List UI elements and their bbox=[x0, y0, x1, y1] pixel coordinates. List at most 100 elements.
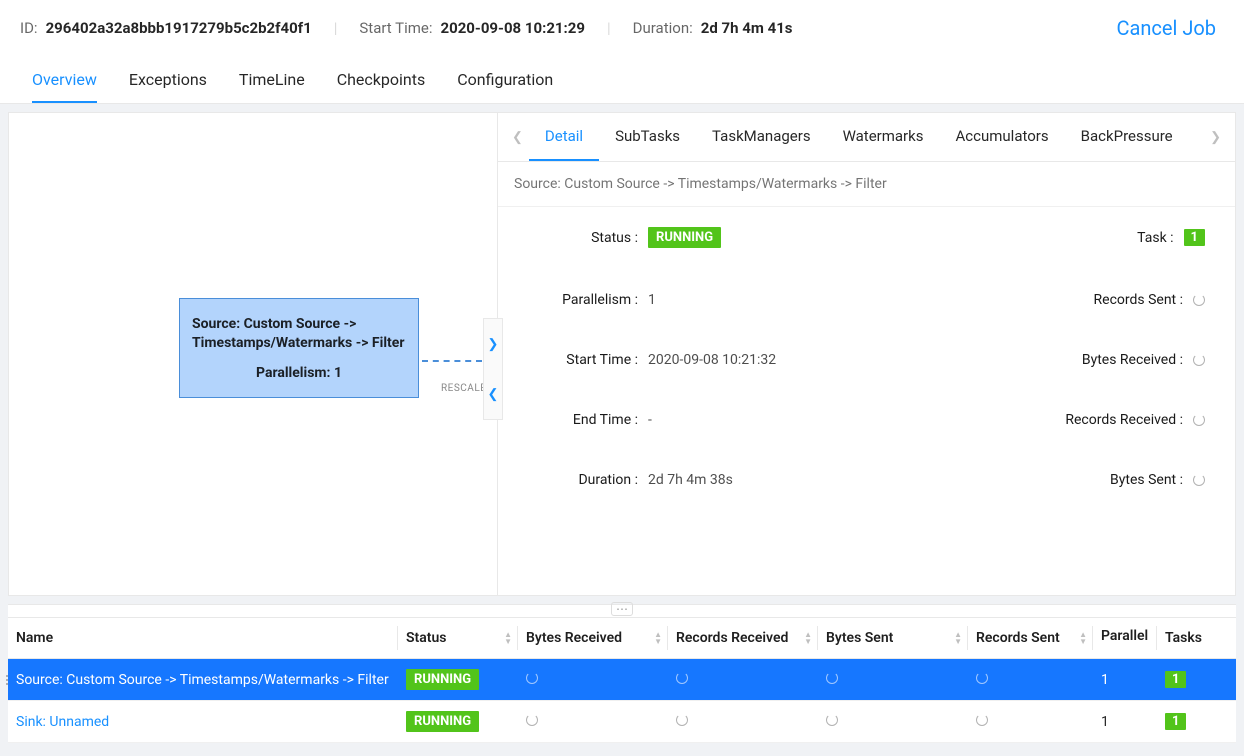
tabs-scroll-right[interactable]: ❯ bbox=[1204, 130, 1227, 145]
graph-node-title: Source: Custom Source -> Timestamps/Wate… bbox=[192, 315, 406, 353]
sort-icon: ▲▼ bbox=[954, 631, 962, 645]
duration-label: Duration : bbox=[528, 472, 638, 488]
loading-spinner-icon bbox=[526, 672, 538, 684]
row-drag-icon bbox=[6, 659, 12, 700]
content-area: Source: Custom Source -> Timestamps/Wate… bbox=[0, 104, 1244, 604]
detail-task: Task : 1 bbox=[882, 227, 1206, 248]
rescale-label: RESCALE bbox=[441, 383, 486, 394]
loading-spinner-icon bbox=[676, 672, 688, 684]
vertex-name-link[interactable]: Source: Custom Source -> Timestamps/Wate… bbox=[16, 672, 389, 688]
tab-exceptions[interactable]: Exceptions bbox=[129, 58, 207, 103]
tasks-badge: 1 bbox=[1165, 671, 1186, 688]
id-value: 296402a32a8bbb1917279b5c2b2f40f1 bbox=[46, 19, 312, 37]
col-tasks[interactable]: Tasks bbox=[1157, 618, 1236, 659]
status-badge: RUNNING bbox=[648, 227, 721, 248]
detail-end-time: End Time : - bbox=[528, 412, 852, 428]
cancel-job-link[interactable]: Cancel Job bbox=[1116, 16, 1224, 40]
loading-spinner-icon bbox=[1193, 294, 1205, 306]
status-label: Status : bbox=[528, 230, 638, 246]
detail-duration: Duration : 2d 7h 4m 38s bbox=[528, 472, 852, 488]
loading-spinner-icon bbox=[976, 672, 988, 684]
detail-bytes-received: Bytes Received : bbox=[882, 352, 1206, 368]
duration-label: Duration: bbox=[633, 19, 693, 37]
col-records-sent[interactable]: Records Sent▲▼ bbox=[968, 618, 1093, 659]
detail-grid: Status : RUNNING Task : 1 Parallelism : … bbox=[498, 207, 1235, 595]
records-sent-label: Records Sent : bbox=[1094, 292, 1183, 308]
status-badge: RUNNING bbox=[406, 669, 479, 690]
loading-spinner-icon bbox=[526, 714, 538, 726]
dtab-backpressure[interactable]: BackPressure bbox=[1065, 113, 1189, 161]
start-time-value: 2020-09-08 10:21:32 bbox=[648, 352, 776, 368]
col-bytes-sent[interactable]: Bytes Sent▲▼ bbox=[818, 618, 968, 659]
tasks-badge: 1 bbox=[1165, 713, 1186, 730]
dtab-accumulators[interactable]: Accumulators bbox=[940, 113, 1065, 161]
detail-records-received: Records Received : bbox=[882, 412, 1206, 428]
detail-parallelism: Parallelism : 1 bbox=[528, 292, 852, 308]
vertices-table: Name Status▲▼ Bytes Received▲▼ Records R… bbox=[8, 618, 1236, 743]
table-row[interactable]: Sink: Unnamed RUNNING 11 bbox=[8, 701, 1236, 743]
parallelism-label: Parallelism : bbox=[528, 292, 638, 308]
records-received-label: Records Received : bbox=[1065, 412, 1183, 428]
chevron-right-icon: ❯ bbox=[488, 337, 499, 352]
next-node-button[interactable]: ❯ bbox=[484, 319, 502, 369]
detail-records-sent: Records Sent : bbox=[882, 292, 1206, 308]
parallelism-value: 1 bbox=[648, 292, 656, 308]
table-header-row: Name Status▲▼ Bytes Received▲▼ Records R… bbox=[8, 618, 1236, 659]
tab-overview[interactable]: Overview bbox=[32, 58, 97, 103]
bytes-received-label: Bytes Received : bbox=[1082, 352, 1183, 368]
table-row[interactable]: Source: Custom Source -> Timestamps/Wate… bbox=[8, 659, 1236, 701]
sort-icon: ▲▼ bbox=[654, 631, 662, 645]
detail-subtitle: Source: Custom Source -> Timestamps/Wate… bbox=[498, 162, 1235, 207]
loading-spinner-icon bbox=[676, 714, 688, 726]
graph-edge bbox=[422, 360, 482, 362]
graph-nav-arrows: ❯ ❮ bbox=[483, 318, 503, 420]
dtab-watermarks[interactable]: Watermarks bbox=[827, 113, 940, 161]
detail-tabs-bar: ❮ Detail SubTasks TaskManagers Watermark… bbox=[498, 113, 1235, 162]
start-time-value: 2020-09-08 10:21:29 bbox=[440, 19, 585, 37]
tab-configuration[interactable]: Configuration bbox=[457, 58, 553, 103]
sort-icon: ▲▼ bbox=[1079, 631, 1087, 645]
col-name[interactable]: Name bbox=[8, 618, 398, 659]
graph-node-source[interactable]: Source: Custom Source -> Timestamps/Wate… bbox=[179, 298, 419, 398]
col-status[interactable]: Status▲▼ bbox=[398, 618, 518, 659]
main-tabs: Overview Exceptions TimeLine Checkpoints… bbox=[0, 58, 1244, 104]
loading-spinner-icon bbox=[976, 714, 988, 726]
dtab-taskmanagers[interactable]: TaskManagers bbox=[696, 113, 827, 161]
task-label: Task : bbox=[1137, 230, 1173, 246]
end-time-label: End Time : bbox=[528, 412, 638, 428]
duration-value: 2d 7h 4m 41s bbox=[701, 19, 793, 37]
job-header: ID: 296402a32a8bbb1917279b5c2b2f40f1 | S… bbox=[0, 0, 1244, 40]
detail-tabs: Detail SubTasks TaskManagers Watermarks … bbox=[529, 113, 1204, 161]
prev-node-button[interactable]: ❮ bbox=[484, 369, 502, 419]
sort-icon: ▲▼ bbox=[804, 631, 812, 645]
job-info: ID: 296402a32a8bbb1917279b5c2b2f40f1 | S… bbox=[20, 19, 793, 37]
id-label: ID: bbox=[20, 19, 38, 37]
start-time-label: Start Time: bbox=[359, 19, 432, 37]
detail-bytes-sent: Bytes Sent : bbox=[882, 472, 1206, 488]
parallelism-cell: 1 bbox=[1093, 701, 1157, 743]
resize-handle[interactable]: ⋯ bbox=[8, 604, 1236, 618]
divider: | bbox=[334, 19, 338, 37]
detail-start-time: Start Time : 2020-09-08 10:21:32 bbox=[528, 352, 852, 368]
vertex-name-link[interactable]: Sink: Unnamed bbox=[16, 714, 109, 730]
drag-handle-icon: ⋯ bbox=[611, 602, 633, 616]
tab-timeline[interactable]: TimeLine bbox=[239, 58, 305, 103]
dtab-subtasks[interactable]: SubTasks bbox=[599, 113, 696, 161]
dtab-detail[interactable]: Detail bbox=[529, 113, 599, 161]
tabs-scroll-left[interactable]: ❮ bbox=[506, 130, 529, 145]
start-time-label: Start Time : bbox=[528, 352, 638, 368]
tab-checkpoints[interactable]: Checkpoints bbox=[337, 58, 426, 103]
detail-panel: ❮ Detail SubTasks TaskManagers Watermark… bbox=[498, 112, 1236, 596]
parallelism-cell: 1 bbox=[1093, 659, 1157, 701]
status-badge: RUNNING bbox=[406, 711, 479, 732]
divider: | bbox=[607, 19, 611, 37]
chevron-left-icon: ❮ bbox=[488, 387, 499, 402]
col-bytes-received[interactable]: Bytes Received▲▼ bbox=[518, 618, 668, 659]
loading-spinner-icon bbox=[1193, 354, 1205, 366]
col-parallelism[interactable]: Parallelism bbox=[1093, 618, 1157, 659]
end-time-value: - bbox=[648, 412, 652, 428]
sort-icon: ▲▼ bbox=[504, 631, 512, 645]
col-records-received[interactable]: Records Received▲▼ bbox=[668, 618, 818, 659]
duration-value: 2d 7h 4m 38s bbox=[648, 472, 733, 488]
loading-spinner-icon bbox=[826, 714, 838, 726]
